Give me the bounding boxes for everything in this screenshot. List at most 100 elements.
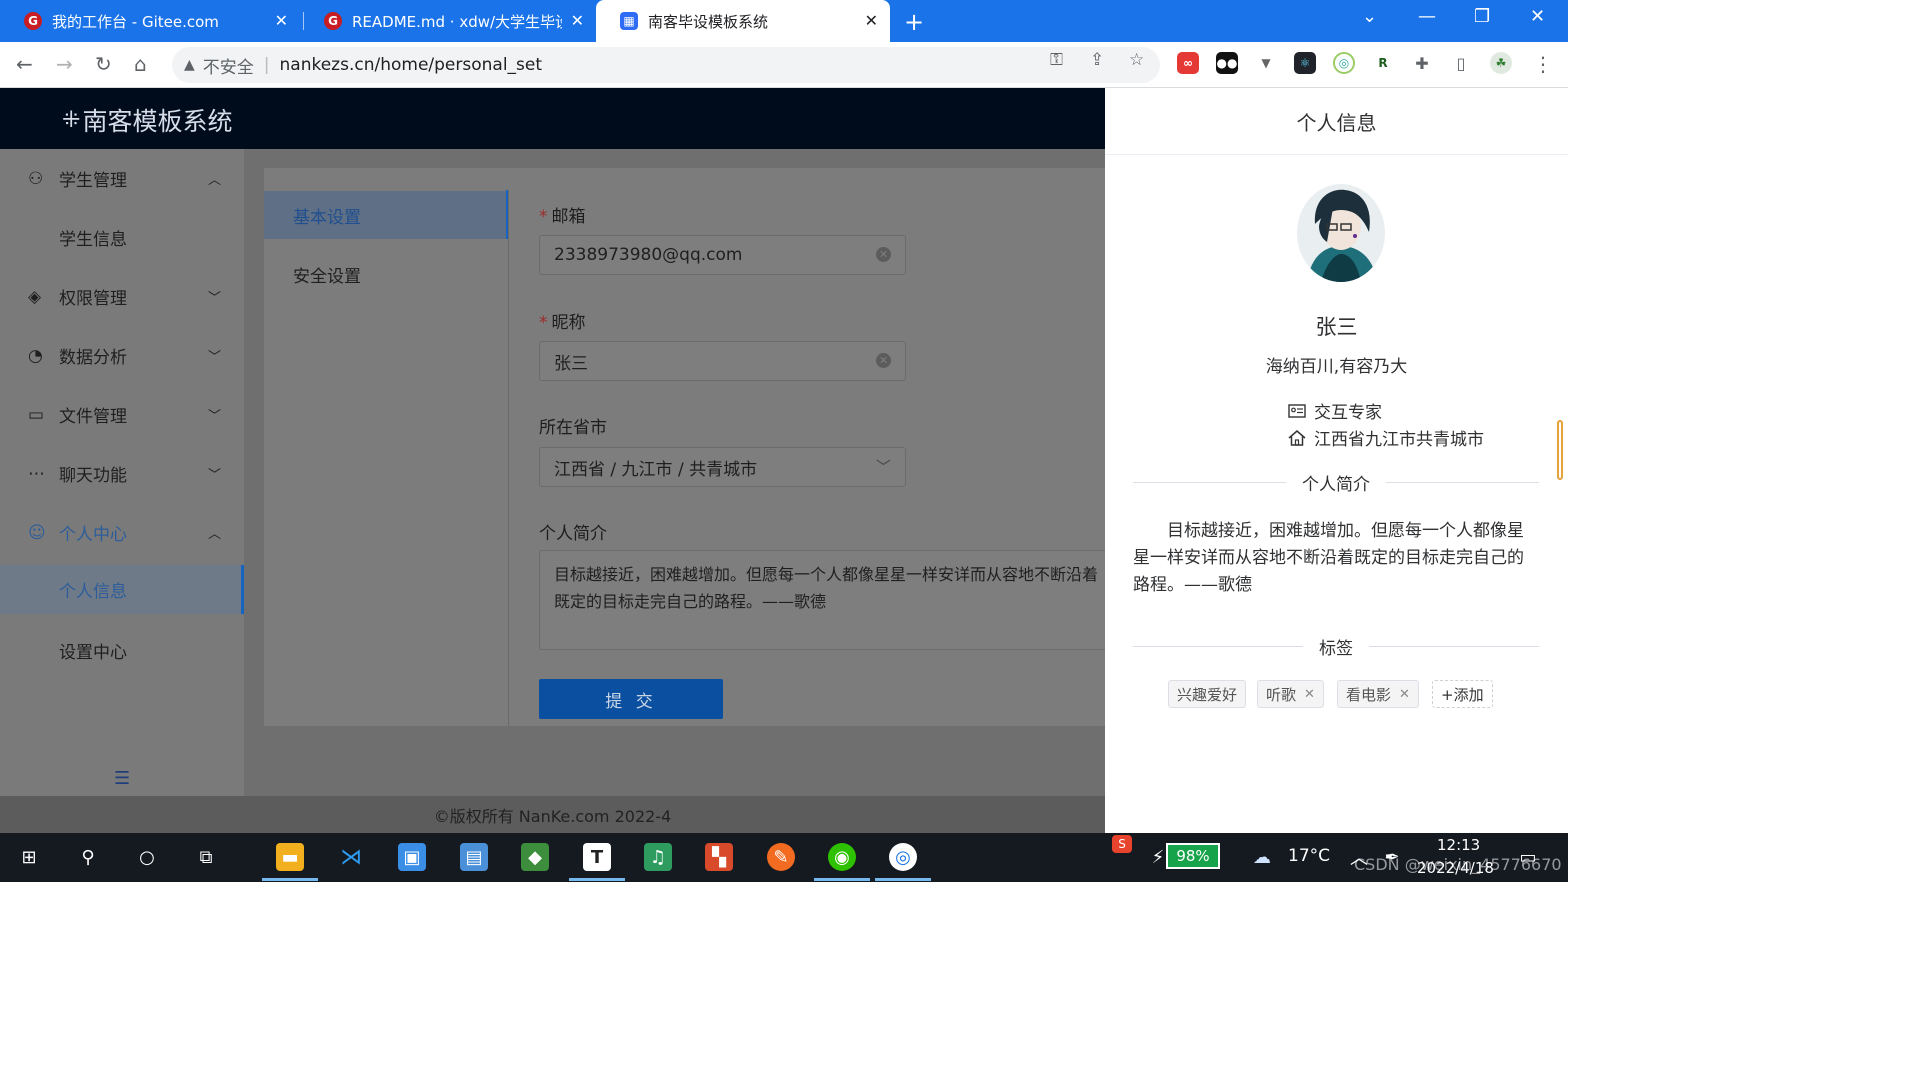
back-icon[interactable]: ← <box>16 52 33 76</box>
tag-item[interactable]: 听歌 ✕ <box>1257 680 1324 708</box>
sidebar-item-personal-center[interactable]: ☺ 个人中心 ︿ <box>0 503 244 562</box>
tab-search-icon[interactable]: ⌄ <box>1362 6 1377 27</box>
sidebar-item-student-info[interactable]: 学生信息 <box>0 208 244 267</box>
sidebar-item-label: 个人信息 <box>59 582 127 602</box>
chevron-down-icon: ﹀ <box>208 409 222 424</box>
close-tab-icon[interactable]: ✕ <box>275 11 288 30</box>
cloud-weather-icon[interactable]: ☁ <box>1248 843 1276 871</box>
clock-time[interactable]: 12:13 <box>1437 836 1480 854</box>
key-icon[interactable]: ⚿ <box>1050 50 1063 70</box>
avatar[interactable] <box>1297 184 1385 282</box>
extension-infinity-icon[interactable]: ∞ <box>1177 52 1199 74</box>
wechat-icon[interactable]: ◉ <box>814 843 870 881</box>
sogou-ime-icon[interactable]: S <box>1112 835 1132 853</box>
close-tab-icon[interactable]: ✕ <box>571 11 584 30</box>
extension-r-icon[interactable]: R <box>1372 52 1394 74</box>
email-field[interactable]: 2338973980@qq.com ✕ <box>539 235 906 275</box>
sidebar-item-file-management[interactable]: ▭ 文件管理 ﹀ <box>0 385 244 444</box>
tags-section-title: 标签 <box>1319 638 1353 659</box>
security-label: 不安全 <box>202 57 254 78</box>
clear-input-icon[interactable]: ✕ <box>876 247 891 262</box>
region-value: 江西省 / 九江市 / 共青城市 <box>554 459 758 480</box>
chevron-down-icon: ﹀ <box>208 350 222 365</box>
photos-app-icon[interactable]: ▣ <box>398 843 426 871</box>
tag-item[interactable]: 兴趣爱好 <box>1168 680 1247 708</box>
forward-icon[interactable]: → <box>56 52 73 76</box>
email-label: * 邮箱 <box>539 207 586 227</box>
minimize-icon[interactable]: — <box>1418 6 1436 27</box>
job-line: 交互专家 <box>1288 398 1382 423</box>
sidebar-item-data-analysis[interactable]: ◔ 数据分析 ﹀ <box>0 326 244 385</box>
address-bar[interactable]: ▲ 不安全 | nankezs.cn/home/personal_set <box>172 47 1160 83</box>
tab-title: README.md · xdw/大学生毕设 <box>352 12 562 31</box>
cortana-icon[interactable]: ○ <box>133 843 161 871</box>
menu-security-settings[interactable]: 安全设置 <box>264 250 508 298</box>
chrome-icon[interactable]: ◎ <box>875 843 931 881</box>
sidebar-item-settings-center[interactable]: 设置中心 <box>0 621 244 680</box>
extension-mask-icon[interactable]: ●● <box>1216 52 1238 74</box>
color-app-icon[interactable]: ▚ <box>705 843 733 871</box>
music-app-icon[interactable]: ♫ <box>644 843 672 871</box>
typora-icon[interactable]: T <box>569 843 625 881</box>
battery-indicator[interactable]: 98% <box>1166 843 1220 869</box>
add-tag-button[interactable]: +添加 <box>1432 680 1493 708</box>
collapse-sidebar-icon[interactable]: ☰ <box>114 768 130 789</box>
sidebar-item-chat[interactable]: ⋯ 聊天功能 ﹀ <box>0 444 244 503</box>
tab-title: 我的工作台 - Gitee.com <box>52 12 219 31</box>
chevron-down-icon: ﹀ <box>875 458 891 476</box>
bio-text: 目标越接近，困难越增加。但愿每一个人都像星星一样安详而从容地不断沿着既定的目标走… <box>1133 521 1524 595</box>
bio-divider: 个人简介 <box>1133 472 1539 495</box>
tags-divider: 标签 <box>1133 636 1539 659</box>
region-cascader[interactable]: 江西省 / 九江市 / 共青城市 ﹀ <box>539 447 906 487</box>
submit-button[interactable]: 提 交 <box>539 679 723 719</box>
browser-tab-nanke[interactable]: ▦ 南客毕设模板系统 ✕ <box>596 0 890 42</box>
profile-avatar-icon[interactable]: ☘ <box>1490 52 1512 74</box>
windows-start-icon[interactable]: ⊞ <box>15 843 43 871</box>
notes-app-icon[interactable]: ▤ <box>460 843 488 871</box>
sidebar-item-label: 学生信息 <box>59 230 127 250</box>
close-tab-icon[interactable]: ✕ <box>865 11 878 30</box>
browser-tab-gitee[interactable]: G 我的工作台 - Gitee.com ✕ <box>0 0 300 42</box>
extensions-puzzle-icon[interactable]: ✚ <box>1411 52 1433 74</box>
home-icon[interactable]: ⌂ <box>134 52 147 76</box>
extension-circle-icon[interactable]: ◎ <box>1333 52 1355 74</box>
extension-react-icon[interactable]: ⚛ <box>1294 52 1316 74</box>
sidebar-item-permission[interactable]: ◈ 权限管理 ﹀ <box>0 267 244 326</box>
file-explorer-icon[interactable]: ▬ <box>262 843 318 881</box>
app-logo[interactable]: ⁜ 南客模板系统 <box>62 102 232 138</box>
menu-basic-settings[interactable]: 基本设置 <box>264 191 508 239</box>
chevron-down-icon: ﹀ <box>208 468 222 483</box>
task-view-icon[interactable]: ⧉ <box>192 843 220 871</box>
reload-icon[interactable]: ↻ <box>95 52 112 76</box>
new-tab-button[interactable]: + <box>904 8 924 36</box>
sidebar-item-student-management[interactable]: ⚇ 学生管理 ︿ <box>0 149 244 208</box>
extension-vue-icon[interactable]: ▼ <box>1255 52 1277 74</box>
tag-close-icon[interactable]: ✕ <box>1399 687 1410 702</box>
drawer-scrollbar[interactable] <box>1557 420 1563 480</box>
sidebar-item-label: 聊天功能 <box>59 466 127 486</box>
more-menu-icon[interactable]: ⋮ <box>1533 52 1553 76</box>
side-panel-icon[interactable]: ▯ <box>1450 52 1472 74</box>
sidebar-item-personal-info[interactable]: 个人信息 <box>0 565 244 614</box>
clear-input-icon[interactable]: ✕ <box>876 353 891 368</box>
bio-textarea[interactable]: 目标越接近，困难越增加。但愿每一个人都像星星一样安详而从容地不断沿着既定的目标走… <box>539 550 1119 650</box>
restore-icon[interactable]: ❐ <box>1474 6 1490 27</box>
nickname-field[interactable]: 张三 ✕ <box>539 341 906 381</box>
postman-icon[interactable]: ✎ <box>767 843 795 871</box>
footer-copyright: ©版权所有 NanKe.com 2022-4 <box>0 796 1105 833</box>
star-icon[interactable]: ☆ <box>1129 50 1144 70</box>
tag-close-icon[interactable]: ✕ <box>1304 687 1315 702</box>
nickname-value: 张三 <box>554 353 588 374</box>
search-icon[interactable]: ⚲ <box>74 843 102 871</box>
layers-app-icon[interactable]: ◆ <box>521 843 549 871</box>
weather-temperature[interactable]: 17°C <box>1288 846 1330 866</box>
user-motto: 海纳百川,有容乃大 <box>1265 357 1408 377</box>
permission-icon: ◈ <box>28 286 42 307</box>
share-icon[interactable]: ⇪ <box>1090 50 1104 70</box>
close-window-icon[interactable]: ✕ <box>1530 6 1545 27</box>
browser-tab-readme[interactable]: G README.md · xdw/大学生毕设 ✕ <box>300 0 596 42</box>
tag-item[interactable]: 看电影 ✕ <box>1337 680 1419 708</box>
sidebar-item-label: 个人中心 <box>59 525 127 545</box>
url-text[interactable]: nankezs.cn/home/personal_set <box>280 55 543 75</box>
vscode-icon[interactable]: ⋊ <box>337 843 365 871</box>
